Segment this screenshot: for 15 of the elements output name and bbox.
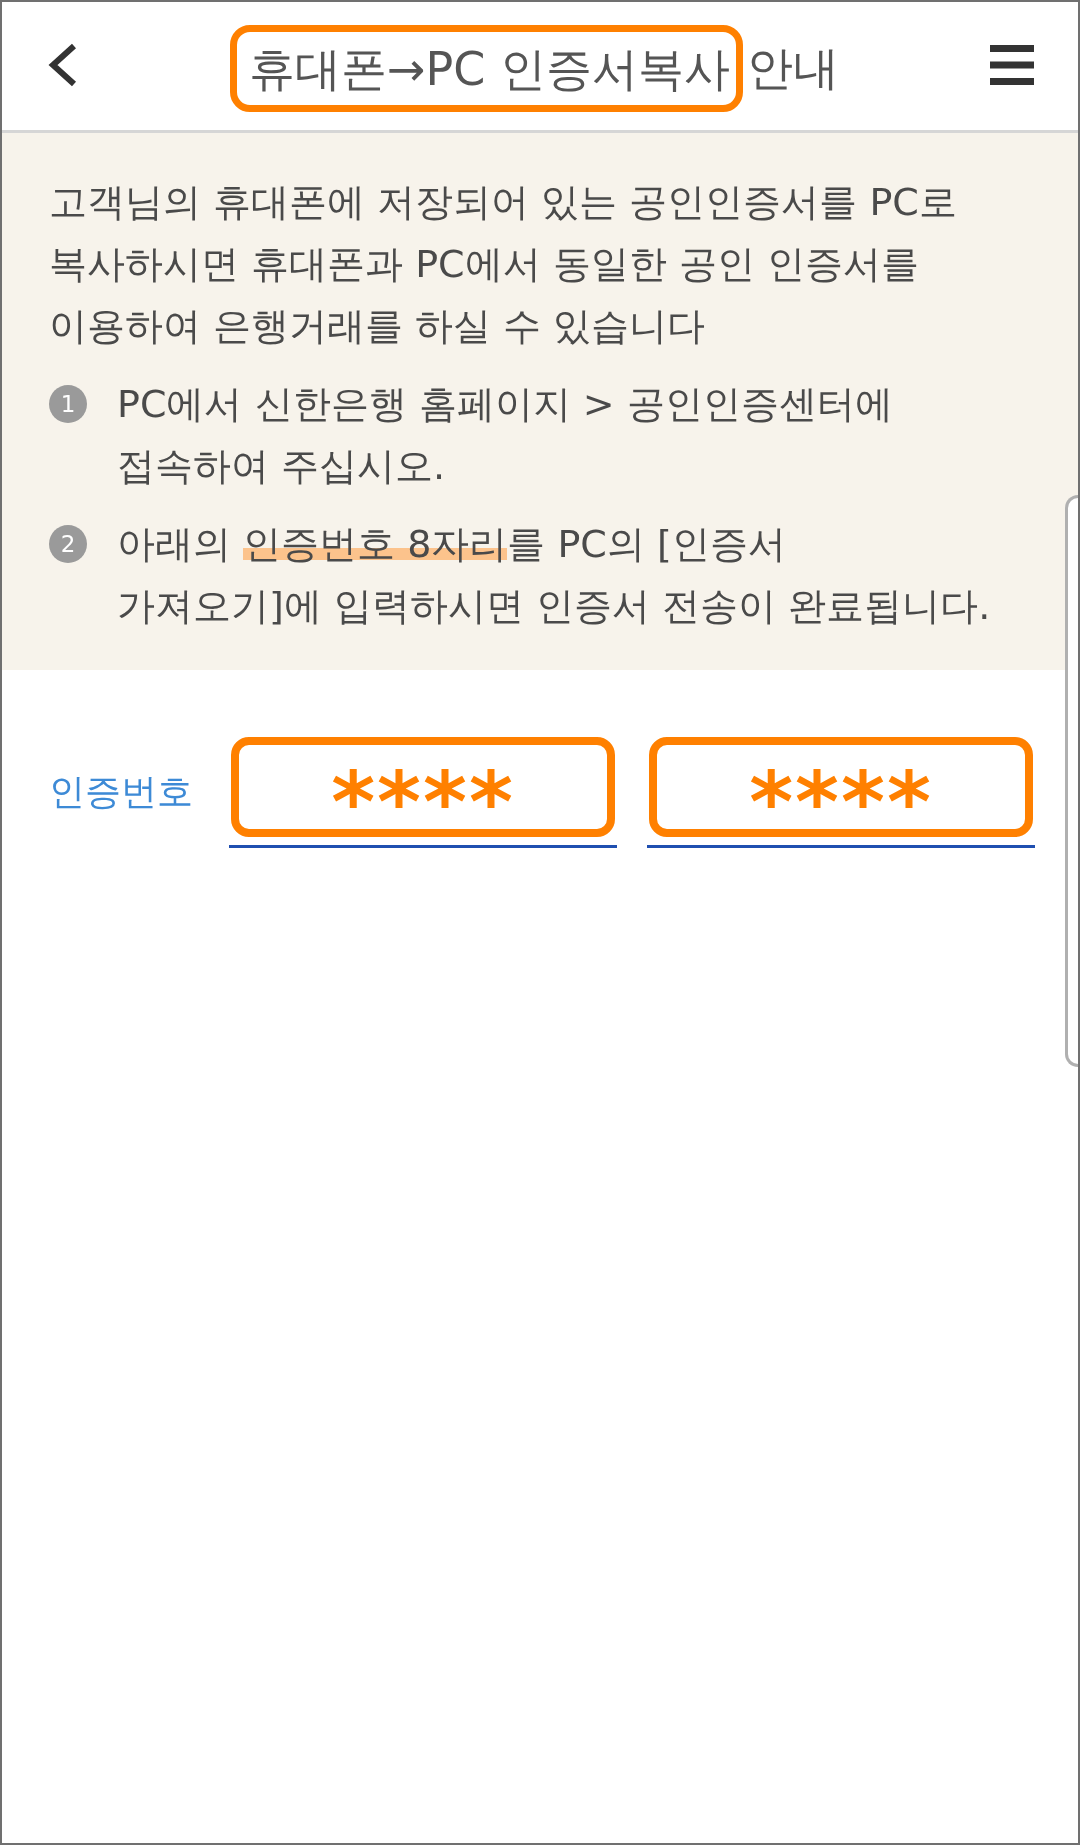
- step-number: 1: [49, 385, 87, 423]
- back-chevron-icon: [47, 42, 79, 88]
- menu-button[interactable]: [990, 45, 1034, 85]
- back-button[interactable]: [47, 42, 79, 88]
- step-number: 2: [49, 525, 87, 563]
- intro-text: 고객님의 휴대폰에 저장되어 있는 공인인증서를 PC로 복사하시면 휴대폰과 PC에서 동일한 공인 인증서를 이용하여 은행거래를 하실 수 있습니다: [49, 179, 958, 350]
- code-input-field[interactable]: ****: [649, 737, 1033, 837]
- step-text: PC에서 신한은행 홈페이지 > 공인인증센터에 접속하여 주십시오.: [117, 381, 893, 490]
- title-text: 안내: [746, 45, 839, 91]
- highlighted-title-text: 휴대폰→PC 인증서복사: [230, 24, 743, 112]
- step-text: 아래의 인증번호 8자리 를 PC의 [인증서 가져오기]에 입력하시면 인증서 전송이 완료됩니다.: [117, 521, 991, 630]
- code-input-field[interactable]: ****: [231, 737, 615, 837]
- code-label: 인증번호: [49, 770, 193, 814]
- edge-panel-handle[interactable]: [1065, 495, 1078, 1067]
- menu-icon: [990, 45, 1034, 85]
